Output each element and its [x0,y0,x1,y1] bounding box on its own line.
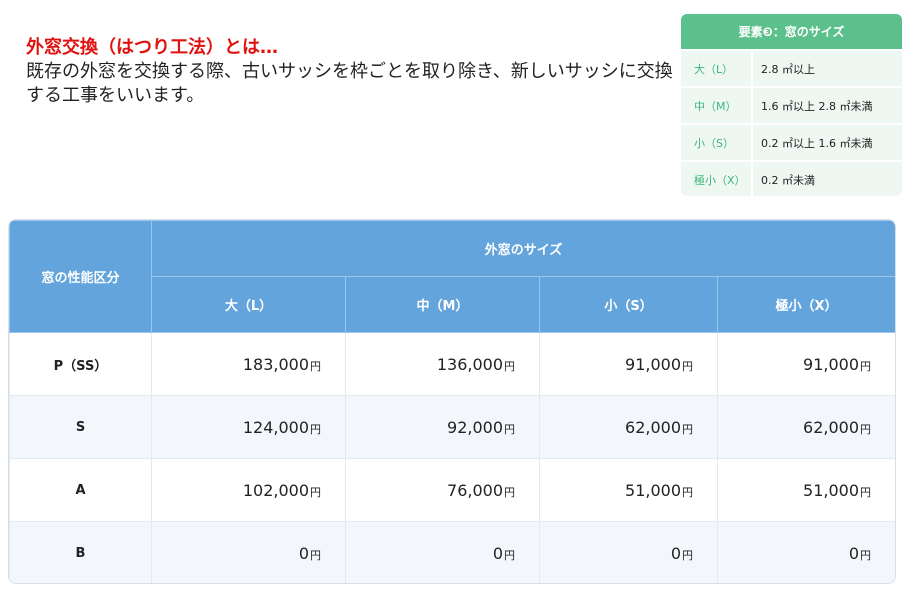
legend-row-extra-small: 極小（X） 0.2 ㎡未満 [681,162,902,196]
legend-value: 0.2 ㎡未満 [761,173,815,187]
legend-value: 1.6 ㎡以上 2.8 ㎡未満 [761,99,873,113]
yen-unit: 円 [860,422,871,436]
yen-unit: 円 [504,359,515,373]
intro-description: 既存の外窓を交換する際、古いサッシを枠ごとを取り除き、新しいサッシに交換する工事… [26,61,673,106]
yen-unit: 円 [310,422,321,436]
table-row: P（SS） 183,000円 136,000円 91,000円 91,000円 [9,332,895,396]
yen-unit: 円 [682,359,693,373]
column-header-small: 小（S） [539,276,718,333]
row-header-title: 窓の性能区分 [9,220,152,333]
legend-key: 大（L） [681,51,753,86]
row-label: B [9,521,152,583]
yen-unit: 円 [682,422,693,436]
yen-unit: 円 [682,485,693,499]
price-cell: 0円 [151,521,346,583]
yen-unit: 円 [860,548,871,562]
yen-unit: 円 [504,485,515,499]
table-row: B 0円 0円 0円 0円 [9,521,895,583]
row-label: A [9,458,152,522]
column-header-extra-small: 極小（X） [717,276,895,333]
row-label: P（SS） [9,332,152,396]
yen-unit: 円 [504,422,515,436]
table-row: A 102,000円 76,000円 51,000円 51,000円 [9,458,895,522]
yen-unit: 円 [310,485,321,499]
price-cell: 136,000円 [345,332,540,396]
price-cell: 0円 [345,521,540,583]
yen-unit: 円 [504,548,515,562]
legend-row-large: 大（L） 2.8 ㎡以上 [681,51,902,88]
yen-unit: 円 [860,359,871,373]
group-header-window-size: 外窓のサイズ [151,220,895,277]
price-cell: 76,000円 [345,458,540,522]
yen-unit: 円 [682,548,693,562]
price-cell: 183,000円 [151,332,346,396]
legend-key: 極小（X） [681,162,753,196]
price-cell: 51,000円 [539,458,718,522]
price-cell: 124,000円 [151,395,346,459]
price-cell: 62,000円 [539,395,718,459]
legend-key: 中（M） [681,88,753,123]
window-size-legend: 要素❸：窓のサイズ 大（L） 2.8 ㎡以上 中（M） 1.6 ㎡以上 2.8 … [681,14,902,196]
price-cell: 51,000円 [717,458,895,522]
yen-unit: 円 [860,485,871,499]
price-table: 窓の性能区分 外窓のサイズ 大（L） 中（M） 小（S） 極小（X） P（SS）… [8,219,896,584]
yen-unit: 円 [310,548,321,562]
legend-row-medium: 中（M） 1.6 ㎡以上 2.8 ㎡未満 [681,88,902,125]
column-header-large: 大（L） [151,276,346,333]
legend-title: 要素❸：窓のサイズ [681,14,902,51]
column-header-medium: 中（M） [345,276,540,333]
legend-value: 0.2 ㎡以上 1.6 ㎡未満 [761,136,873,150]
price-cell: 91,000円 [539,332,718,396]
price-cell: 91,000円 [717,332,895,396]
table-row: S 124,000円 92,000円 62,000円 62,000円 [9,395,895,459]
price-cell: 0円 [717,521,895,583]
price-cell: 0円 [539,521,718,583]
yen-unit: 円 [310,359,321,373]
legend-row-small: 小（S） 0.2 ㎡以上 1.6 ㎡未満 [681,125,902,162]
intro-section: 外窓交換（はつり工法）とは… 既存の外窓を交換する際、古いサッシを枠ごとを取り除… [26,36,676,108]
legend-key: 小（S） [681,125,753,160]
legend-value: 2.8 ㎡以上 [761,62,815,76]
price-cell: 92,000円 [345,395,540,459]
price-cell: 62,000円 [717,395,895,459]
price-cell: 102,000円 [151,458,346,522]
row-label: S [9,395,152,459]
intro-title: 外窓交換（はつり工法）とは… [26,37,278,58]
